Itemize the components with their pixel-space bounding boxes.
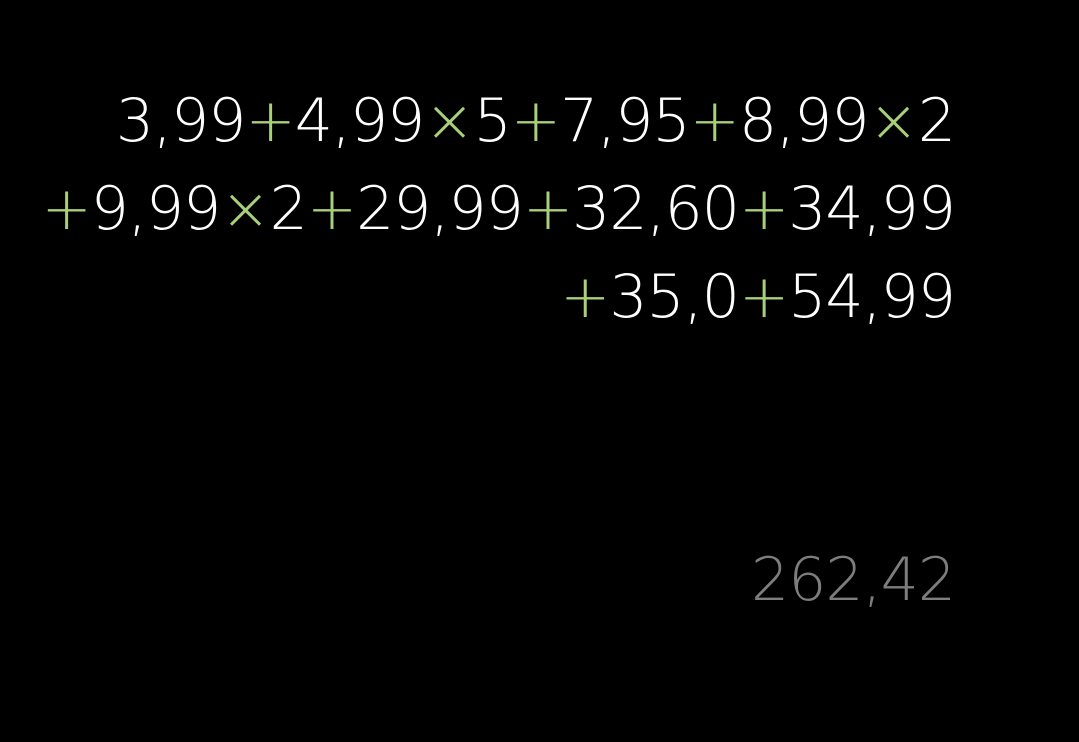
result-display: 262,42 bbox=[751, 545, 956, 615]
formula-line-3: +35,0+54,99 bbox=[41, 262, 956, 350]
operator-token: × bbox=[220, 174, 270, 244]
operand-token: 32,60 bbox=[572, 174, 740, 244]
operand-token: 8,99 bbox=[738, 86, 870, 156]
operand-token: 54,99 bbox=[788, 262, 956, 332]
calculator-display: 3,99+4,99×5+7,95+8,99×2 +9,99×2+29,99+32… bbox=[0, 0, 1079, 742]
operand-token: 35,0 bbox=[609, 262, 740, 332]
formula-display[interactable]: 3,99+4,99×5+7,95+8,99×2 +9,99×2+29,99+32… bbox=[41, 86, 956, 350]
operator-token: × bbox=[868, 86, 919, 156]
operator-token: + bbox=[560, 262, 610, 332]
operator-token: + bbox=[245, 86, 295, 156]
operator-token: + bbox=[689, 86, 740, 156]
operand-token: 7,95 bbox=[560, 86, 691, 156]
operand-token: 2 bbox=[917, 86, 956, 156]
operator-token: + bbox=[510, 86, 561, 156]
operator-token: + bbox=[738, 262, 789, 332]
operator-token: + bbox=[738, 174, 789, 244]
formula-line-1: 3,99+4,99×5+7,95+8,99×2 bbox=[41, 86, 956, 174]
operand-token: 2 bbox=[269, 174, 308, 244]
operand-token: 3,99 bbox=[115, 86, 247, 156]
operator-token: × bbox=[424, 86, 474, 156]
operator-token: + bbox=[41, 174, 91, 244]
operator-token: + bbox=[306, 174, 357, 244]
operand-token: 5 bbox=[473, 86, 512, 156]
operand-token: 4,99 bbox=[294, 86, 426, 156]
operand-token: 9,99 bbox=[90, 174, 222, 244]
operand-token: 34,99 bbox=[788, 174, 956, 244]
operand-token: 29,99 bbox=[356, 174, 524, 244]
operator-token: + bbox=[522, 174, 573, 244]
formula-line-2: +9,99×2+29,99+32,60+34,99 bbox=[41, 174, 956, 262]
